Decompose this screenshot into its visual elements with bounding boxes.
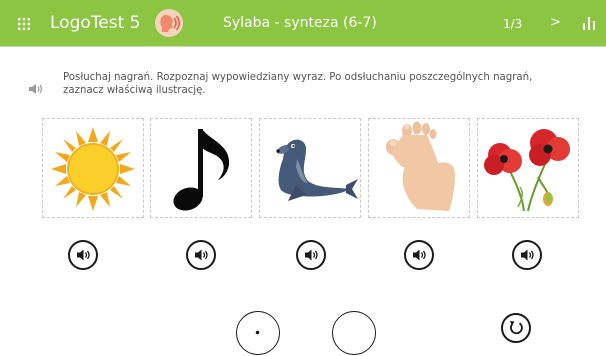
foot-image <box>386 121 455 211</box>
instruction-speaker-icon[interactable] <box>28 82 44 96</box>
speaker-icon <box>305 249 318 261</box>
app-logo <box>155 9 183 37</box>
play-sound-button-1[interactable] <box>68 240 98 270</box>
play-sound-button-3[interactable] <box>296 240 326 270</box>
picture-card-foot[interactable] <box>368 118 470 218</box>
head-sound-icon <box>155 9 183 37</box>
speaker-icon <box>413 249 426 261</box>
picture-card-poppies[interactable] <box>477 118 579 218</box>
exercise-title: Sylaba - synteza (6-7) <box>223 15 377 31</box>
dot-icon <box>255 330 260 335</box>
next-page-button[interactable]: > <box>550 15 561 31</box>
picture-card-sun[interactable] <box>42 118 144 218</box>
seal-image <box>276 139 358 201</box>
play-sound-button-5[interactable] <box>512 240 542 270</box>
restart-button[interactable] <box>501 313 531 343</box>
page-counter: 1/3 <box>503 17 523 31</box>
play-sound-button-2[interactable] <box>186 240 216 270</box>
poppies-image <box>484 129 570 212</box>
header-divider <box>0 46 606 47</box>
speaker-icon <box>521 249 534 261</box>
musical-note-image <box>173 129 230 211</box>
bar-chart-icon[interactable] <box>583 17 595 30</box>
restart-icon <box>510 321 523 335</box>
answer-circle-marked[interactable] <box>236 311 280 355</box>
grid-menu-icon[interactable] <box>18 18 30 30</box>
answer-circle-empty[interactable] <box>332 311 376 355</box>
speaker-icon <box>195 249 208 261</box>
instruction-text: Posłuchaj nagrań. Rozpoznaj wypowiedzian… <box>63 72 533 96</box>
picture-card-note[interactable] <box>150 118 252 218</box>
speaker-icon <box>77 249 90 261</box>
sun-image <box>51 127 135 211</box>
top-bar: LogoTest 5 Sylaba - synteza (6-7) 1/3 > <box>0 0 606 46</box>
play-sound-button-4[interactable] <box>404 240 434 270</box>
picture-card-seal[interactable] <box>259 118 361 218</box>
app-title: LogoTest 5 <box>50 13 141 33</box>
